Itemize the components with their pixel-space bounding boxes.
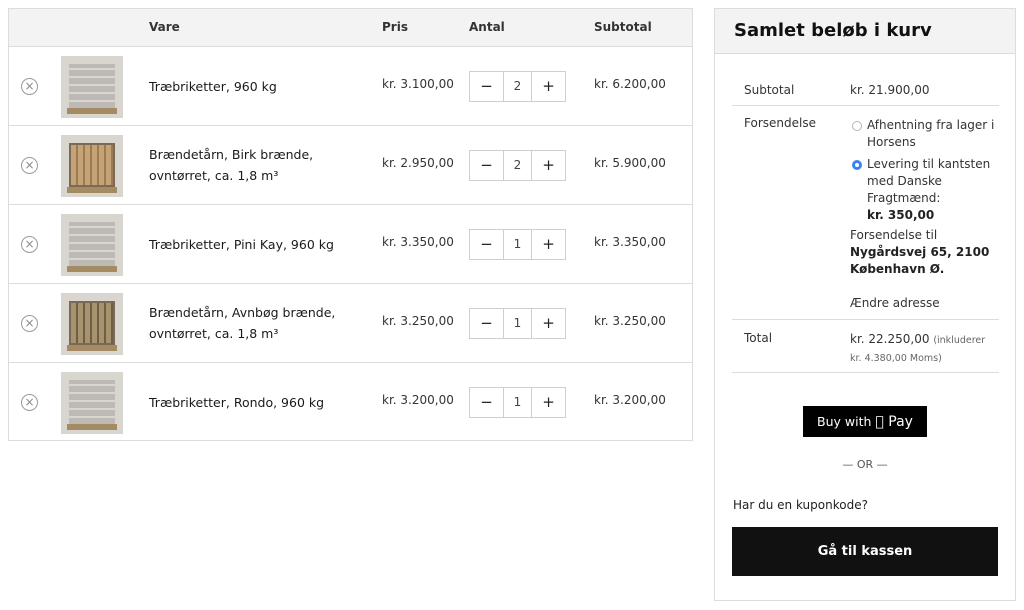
apple-icon:  xyxy=(875,414,883,430)
quantity-stepper: − 2 + xyxy=(469,150,566,181)
shipping-option-pickup[interactable]: Afhentning fra lager i Horsens xyxy=(852,117,1002,151)
or-divider: — OR — xyxy=(842,458,888,471)
qty-input[interactable]: 2 xyxy=(503,151,532,180)
qty-increase-button[interactable]: + xyxy=(532,151,565,180)
cart-row: × Træbriketter, Rondo, 960 kg kr. 3.200,… xyxy=(9,363,692,442)
subtotal-row: Subtotal kr. 21.900,00 xyxy=(732,74,999,106)
change-address-link[interactable]: Ændre adresse xyxy=(850,296,940,310)
shipping-option-label: Levering til kantsten med Danske Fragtmæ… xyxy=(867,157,991,205)
product-price: kr. 3.200,00 xyxy=(382,393,454,407)
product-price: kr. 3.250,00 xyxy=(382,314,454,328)
product-thumbnail[interactable] xyxy=(61,214,123,276)
remove-item-icon[interactable]: × xyxy=(21,394,38,411)
cart-row: × Træbriketter, 960 kg kr. 3.100,00 − 2 … xyxy=(9,47,692,126)
total-value-block: kr. 22.250,00 (inkluderer kr. 4.380,00 M… xyxy=(850,331,995,367)
qty-input[interactable]: 1 xyxy=(503,388,532,417)
qty-increase-button[interactable]: + xyxy=(532,72,565,101)
row-subtotal: kr. 3.350,00 xyxy=(594,235,666,249)
cart-totals-title: Samlet beløb i kurv xyxy=(715,9,1015,54)
product-name-link[interactable]: Træbriketter, Rondo, 960 kg xyxy=(149,392,324,413)
apple-pay-button[interactable]: Buy with  Pay xyxy=(803,406,927,437)
product-price: kr. 2.950,00 xyxy=(382,156,454,170)
row-subtotal: kr. 5.900,00 xyxy=(594,156,666,170)
column-header-quantity: Antal xyxy=(469,20,505,34)
shipping-destination: Forsendelse til Nygårdsvej 65, 2100 Købe… xyxy=(850,227,1010,278)
row-subtotal: kr. 6.200,00 xyxy=(594,77,666,91)
subtotal-label: Subtotal xyxy=(744,83,795,97)
column-header-product: Vare xyxy=(149,20,180,34)
qty-increase-button[interactable]: + xyxy=(532,388,565,417)
cart-table-header: Vare Pris Antal Subtotal xyxy=(9,9,692,47)
product-thumbnail[interactable] xyxy=(61,293,123,355)
product-thumbnail[interactable] xyxy=(61,135,123,197)
cart-table: Vare Pris Antal Subtotal × Træbriketter,… xyxy=(8,8,693,441)
qty-decrease-button[interactable]: − xyxy=(470,388,503,417)
shipping-row: Forsendelse Afhentning fra lager i Horse… xyxy=(732,106,999,320)
cart-row: × Brændetårn, Birk brænde, ovntørret, ca… xyxy=(9,126,692,205)
quantity-stepper: − 1 + xyxy=(469,308,566,339)
quantity-stepper: − 1 + xyxy=(469,229,566,260)
quantity-stepper: − 2 + xyxy=(469,71,566,102)
qty-increase-button[interactable]: + xyxy=(532,230,565,259)
shipping-option-label: Afhentning fra lager i Horsens xyxy=(867,118,995,149)
remove-item-icon[interactable]: × xyxy=(21,157,38,174)
qty-decrease-button[interactable]: − xyxy=(470,72,503,101)
shipping-address: Nygårdsvej 65, 2100 København Ø. xyxy=(850,245,990,276)
cart-row: × Brændetårn, Avnbøg brænde, ovntørret, … xyxy=(9,284,692,363)
qty-increase-button[interactable]: + xyxy=(532,309,565,338)
product-price: kr. 3.100,00 xyxy=(382,77,454,91)
total-value: kr. 22.250,00 xyxy=(850,332,930,346)
qty-input[interactable]: 1 xyxy=(503,309,532,338)
product-thumbnail[interactable] xyxy=(61,372,123,434)
subtotal-value: kr. 21.900,00 xyxy=(850,83,930,97)
qty-decrease-button[interactable]: − xyxy=(470,230,503,259)
product-name-link[interactable]: Træbriketter, 960 kg xyxy=(149,76,277,97)
checkout-button[interactable]: Gå til kassen xyxy=(732,527,998,576)
product-price: kr. 3.350,00 xyxy=(382,235,454,249)
radio-pickup[interactable] xyxy=(852,121,862,131)
shipping-label: Forsendelse xyxy=(744,116,816,130)
product-name-link[interactable]: Brændetårn, Birk brænde, ovntørret, ca. … xyxy=(149,144,369,186)
product-thumbnail[interactable] xyxy=(61,56,123,118)
shipping-option-delivery[interactable]: Levering til kantsten med Danske Fragtmæ… xyxy=(852,156,1002,224)
row-subtotal: kr. 3.250,00 xyxy=(594,314,666,328)
product-name-link[interactable]: Træbriketter, Pini Kay, 960 kg xyxy=(149,234,334,255)
apple-pay-brand: Pay xyxy=(881,414,913,430)
shipping-to-label: Forsendelse til xyxy=(850,228,938,242)
coupon-toggle-link[interactable]: Har du en kuponkode? xyxy=(733,498,868,512)
total-row: Total kr. 22.250,00 (inkluderer kr. 4.38… xyxy=(732,320,999,373)
radio-delivery[interactable] xyxy=(852,160,862,170)
remove-item-icon[interactable]: × xyxy=(21,236,38,253)
product-name-link[interactable]: Brændetårn, Avnbøg brænde, ovntørret, ca… xyxy=(149,302,369,344)
qty-input[interactable]: 1 xyxy=(503,230,532,259)
apple-pay-prefix: Buy with xyxy=(817,414,872,429)
cart-totals-panel: Samlet beløb i kurv Subtotal kr. 21.900,… xyxy=(714,8,1016,601)
remove-item-icon[interactable]: × xyxy=(21,78,38,95)
remove-item-icon[interactable]: × xyxy=(21,315,38,332)
column-header-subtotal: Subtotal xyxy=(594,20,652,34)
qty-input[interactable]: 2 xyxy=(503,72,532,101)
row-subtotal: kr. 3.200,00 xyxy=(594,393,666,407)
total-label: Total xyxy=(744,331,773,345)
shipping-option-price: kr. 350,00 xyxy=(867,208,935,222)
quantity-stepper: − 1 + xyxy=(469,387,566,418)
qty-decrease-button[interactable]: − xyxy=(470,309,503,338)
column-header-price: Pris xyxy=(382,20,408,34)
cart-row: × Træbriketter, Pini Kay, 960 kg kr. 3.3… xyxy=(9,205,692,284)
qty-decrease-button[interactable]: − xyxy=(470,151,503,180)
